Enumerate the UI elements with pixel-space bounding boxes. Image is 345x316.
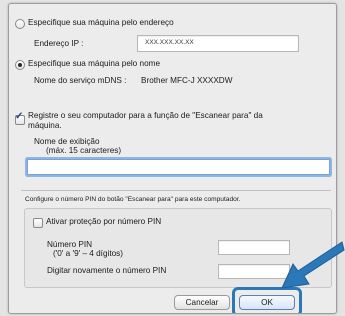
ip-address-label: Endereço IP : [34, 39, 84, 48]
section-divider [21, 190, 331, 191]
ip-address-value: XXX.XXX.XX.XX [145, 39, 194, 46]
mdns-service-label: Nome do serviço mDNS : [34, 76, 127, 85]
enable-pin-checkbox[interactable] [33, 218, 43, 228]
register-scan-to-label-line1: Registre o seu computador para a função … [28, 111, 263, 120]
pin-number-hint: ('0' a '9' – 4 dígitos) [53, 249, 123, 258]
radio-specify-by-address-label: Especifique sua máquina pelo endereço [28, 18, 174, 27]
callout-arrow-icon [281, 241, 345, 289]
radio-specify-by-name-label: Especifique sua máquina pelo nome [28, 59, 160, 68]
mdns-service-value: Brother MFC-J XXXXDW [141, 76, 233, 85]
cancel-button[interactable]: Cancelar [174, 295, 230, 310]
display-name-input[interactable] [27, 159, 330, 175]
pin-section-intro: Configure o número PIN do botão "Escanea… [25, 196, 241, 203]
pin-confirm-label: Digitar novamente o número PIN [47, 266, 167, 275]
register-scan-to-checkbox[interactable]: ✓ [15, 111, 25, 125]
display-name-hint: (máx. 15 caracteres) [46, 146, 122, 155]
register-scan-to-label-line2: máquina. [28, 121, 62, 130]
radio-specify-by-address[interactable] [15, 19, 25, 29]
checkmark-icon: ✓ [15, 111, 24, 122]
radio-specify-by-name[interactable] [15, 60, 25, 70]
enable-pin-label: Ativar proteção por número PIN [46, 217, 162, 226]
ip-address-field[interactable]: XXX.XXX.XX.XX [137, 35, 299, 52]
